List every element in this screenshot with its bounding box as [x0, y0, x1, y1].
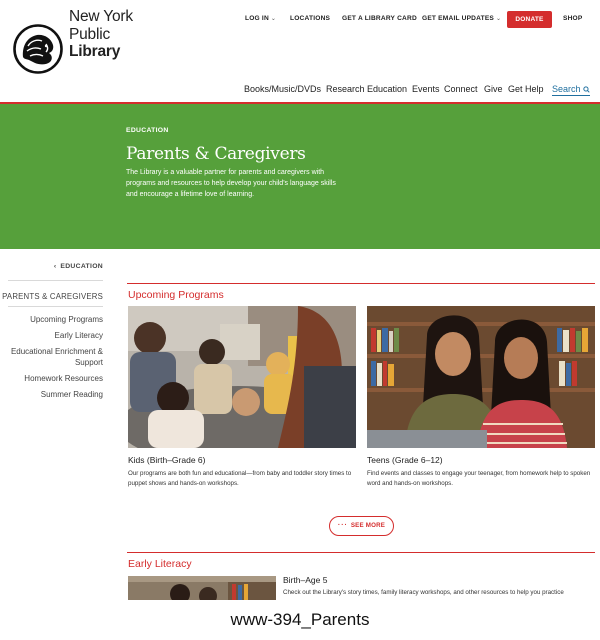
hero-description: The Library is a valuable partner for pa… — [126, 169, 336, 198]
main-nav: Books/Music/DVDs Research Education Even… — [0, 84, 600, 98]
kids-card-description: Our programs are both fun and educationa… — [128, 470, 352, 487]
nav-connect[interactable]: Connect — [444, 84, 478, 94]
logo-line-3: Library — [69, 43, 121, 60]
page-title: Parents & Caregivers — [126, 144, 306, 164]
utility-nav: LOG IN ⌄ LOCATIONS GET A LIBRARY CARD GET… — [0, 11, 600, 29]
divider — [8, 306, 103, 307]
early-literacy-heading[interactable]: Early Literacy — [128, 558, 192, 570]
locations-link[interactable]: LOCATIONS — [290, 15, 330, 22]
kids-photo — [128, 306, 356, 448]
early-literacy-photo — [128, 576, 276, 600]
nav-events[interactable]: Events — [412, 84, 440, 94]
library-card-link[interactable]: GET A LIBRARY CARD — [342, 15, 417, 22]
kids-card-title[interactable]: Kids (Birth–Grade 6) — [128, 455, 205, 465]
sidebar-heading[interactable]: PARENTS & CAREGIVERS — [2, 292, 103, 301]
donate-button[interactable]: DONATE — [507, 11, 552, 28]
nav-search[interactable]: Search — [552, 84, 591, 96]
kids-program-image[interactable] — [128, 306, 356, 448]
hero-banner: EDUCATION Parents & Caregivers The Libra… — [0, 104, 600, 249]
birth-age-5-title[interactable]: Birth–Age 5 — [283, 575, 327, 585]
hero-eyebrow[interactable]: EDUCATION — [126, 127, 169, 134]
sidebar-item-homework-resources[interactable]: Homework Resources — [24, 373, 103, 384]
birth-age-5-description: Check out the Library's story times, fam… — [283, 589, 564, 596]
search-icon — [583, 85, 590, 93]
section-divider — [127, 552, 595, 553]
teens-program-image[interactable] — [367, 306, 595, 448]
lion-logo-icon[interactable] — [13, 24, 63, 74]
page: New York Public Library LOG IN ⌄ LOCATION… — [0, 0, 600, 600]
shop-link[interactable]: SHOP — [563, 15, 583, 22]
upcoming-programs-heading[interactable]: Upcoming Programs — [128, 289, 224, 301]
email-updates-link[interactable]: GET EMAIL UPDATES ⌄ — [422, 15, 501, 22]
sidebar-item-educational-enrichment[interactable]: Educational Enrichment & Support — [3, 346, 103, 368]
sidebar-item-summer-reading[interactable]: Summer Reading — [41, 389, 103, 400]
sidebar-back-label: EDUCATION — [60, 263, 103, 270]
see-more-button[interactable]: ··· SEE MORE — [329, 516, 394, 536]
teens-card-title[interactable]: Teens (Grade 6–12) — [367, 455, 443, 465]
teens-card-description: Find events and classes to engage your t… — [367, 470, 591, 487]
screenshot-caption: www-394_Parents — [0, 600, 600, 640]
nav-education[interactable]: Education — [367, 84, 407, 94]
early-literacy-image[interactable] — [128, 576, 276, 600]
sidebar-item-upcoming-programs[interactable]: Upcoming Programs — [30, 314, 103, 325]
nav-research[interactable]: Research — [326, 84, 365, 94]
ellipsis-icon: ··· — [337, 522, 348, 529]
chevron-down-icon: ⌄ — [270, 16, 277, 22]
chevron-left-icon: ‹ — [53, 263, 57, 270]
teens-photo — [367, 306, 595, 448]
chevron-down-icon: ⌄ — [496, 16, 502, 22]
see-more-label: SEE MORE — [350, 522, 386, 529]
login-link[interactable]: LOG IN ⌄ — [245, 15, 276, 22]
email-updates-label: GET EMAIL UPDATES — [422, 15, 495, 22]
divider — [8, 280, 103, 281]
section-divider — [127, 283, 595, 284]
nav-give[interactable]: Give — [484, 84, 503, 94]
search-label: Search — [552, 84, 581, 94]
login-label: LOG IN — [245, 15, 269, 22]
nav-books[interactable]: Books/Music/DVDs — [244, 84, 321, 94]
sidebar-back-link[interactable]: ‹ EDUCATION — [54, 263, 103, 270]
sidebar-item-early-literacy[interactable]: Early Literacy — [55, 330, 103, 341]
nav-get-help[interactable]: Get Help — [508, 84, 544, 94]
